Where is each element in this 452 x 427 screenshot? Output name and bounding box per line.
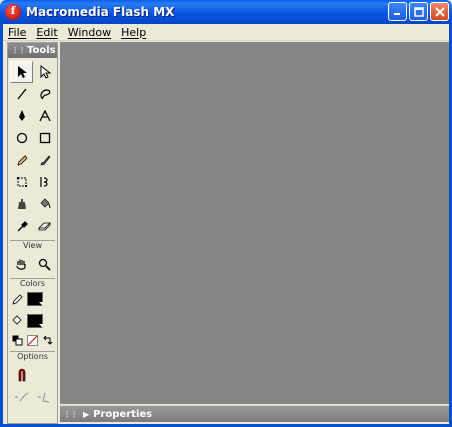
oval-icon	[16, 132, 27, 144]
lasso-icon	[39, 89, 50, 100]
pen-icon	[18, 110, 25, 121]
fill-transform-icon	[39, 177, 48, 187]
close-button[interactable]	[430, 2, 449, 21]
properties-panel-bar[interactable]: ⋮⋮ ▶ Properties	[60, 405, 449, 422]
rectangle-icon	[39, 132, 50, 144]
brush-tool[interactable]	[33, 149, 56, 171]
free-transform-tool[interactable]	[10, 171, 33, 193]
no-color-button[interactable]	[26, 334, 38, 346]
free-transform-icon	[16, 177, 27, 187]
fill-transform-tool[interactable]	[33, 171, 56, 193]
fill-color-swatch[interactable]	[27, 314, 43, 328]
line-tool[interactable]	[10, 83, 33, 105]
lasso-tool[interactable]	[33, 83, 56, 105]
view-section-label: View	[10, 240, 55, 250]
swap-colors-button[interactable]	[41, 334, 53, 346]
brush-icon	[40, 155, 50, 166]
properties-title: Properties	[93, 408, 153, 420]
pencil-tool[interactable]	[10, 149, 33, 171]
eyedropper-icon	[17, 221, 28, 232]
straighten-icon	[37, 392, 49, 403]
default-colors-button[interactable]	[11, 334, 23, 346]
straighten-button[interactable]	[33, 386, 56, 408]
stroke-color-row	[8, 288, 57, 310]
snap-to-objects-button[interactable]	[10, 364, 33, 386]
menu-edit[interactable]: Edit	[31, 26, 62, 39]
window-controls	[388, 2, 449, 21]
smooth-icon	[14, 392, 28, 402]
close-icon	[434, 6, 445, 17]
flash-app-icon[interactable]: f	[5, 4, 21, 20]
line-icon	[16, 88, 27, 100]
grip-icon[interactable]: ⋮⋮	[11, 46, 26, 55]
hand-tool[interactable]	[10, 253, 33, 275]
tool-grid	[8, 58, 57, 237]
text-icon	[38, 110, 51, 122]
swap-colors-icon	[42, 335, 52, 345]
tools-panel-header[interactable]: ⋮⋮ Tools	[8, 43, 57, 58]
minimize-icon	[394, 13, 400, 15]
minimize-button[interactable]	[388, 2, 407, 21]
paint-bucket-tool[interactable]	[33, 193, 56, 215]
hand-icon	[16, 259, 26, 270]
menu-help[interactable]: Help	[116, 26, 151, 39]
magnifier-icon	[38, 258, 51, 271]
tools-panel: ⋮⋮ Tools View Colors Options	[7, 42, 58, 424]
magnet-icon	[18, 368, 25, 382]
pen-tool[interactable]	[10, 105, 33, 127]
rectangle-tool[interactable]	[33, 127, 56, 149]
stroke-color-swatch[interactable]	[27, 292, 43, 306]
view-tool-grid	[8, 250, 57, 275]
arrow-tool[interactable]	[10, 61, 33, 83]
no-color-icon	[26, 334, 38, 346]
eraser-tool[interactable]	[33, 215, 56, 237]
menu-window[interactable]: Window	[63, 26, 116, 39]
stroke-pencil-icon	[12, 294, 23, 305]
oval-tool[interactable]	[10, 127, 33, 149]
options-tool-grid	[8, 361, 57, 408]
window-title: Macromedia Flash MX	[26, 5, 175, 19]
default-colors-icon	[12, 335, 22, 345]
zoom-tool[interactable]	[33, 253, 56, 275]
menu-bar: File Edit Window Help	[3, 24, 449, 41]
subselect-icon	[40, 65, 51, 79]
options-empty-slot	[33, 364, 56, 386]
smooth-button[interactable]	[10, 386, 33, 408]
color-options-row	[8, 332, 57, 348]
text-tool[interactable]	[33, 105, 56, 127]
window-frame-left	[0, 24, 3, 427]
ink-bottle-icon	[17, 199, 26, 209]
paint-bucket-icon	[40, 198, 50, 209]
eyedropper-tool[interactable]	[10, 215, 33, 237]
pencil-icon	[16, 155, 28, 166]
arrow-icon	[17, 66, 27, 78]
stage-area[interactable]	[60, 42, 449, 404]
options-section-label: Options	[10, 351, 55, 361]
title-bar[interactable]: f Macromedia Flash MX	[0, 0, 452, 24]
maximize-icon	[413, 6, 424, 17]
ink-bottle-tool[interactable]	[10, 193, 33, 215]
menu-file[interactable]: File	[3, 26, 31, 39]
tools-title: Tools	[27, 45, 56, 56]
maximize-button[interactable]	[409, 2, 428, 21]
fill-bucket-icon	[12, 315, 22, 325]
properties-grip-icon[interactable]: ⋮⋮	[63, 410, 78, 419]
expand-arrow-icon[interactable]: ▶	[83, 410, 89, 419]
eraser-icon	[38, 222, 51, 231]
fill-color-row	[8, 310, 57, 332]
subselect-tool[interactable]	[33, 61, 56, 83]
colors-section-label: Colors	[10, 278, 55, 288]
